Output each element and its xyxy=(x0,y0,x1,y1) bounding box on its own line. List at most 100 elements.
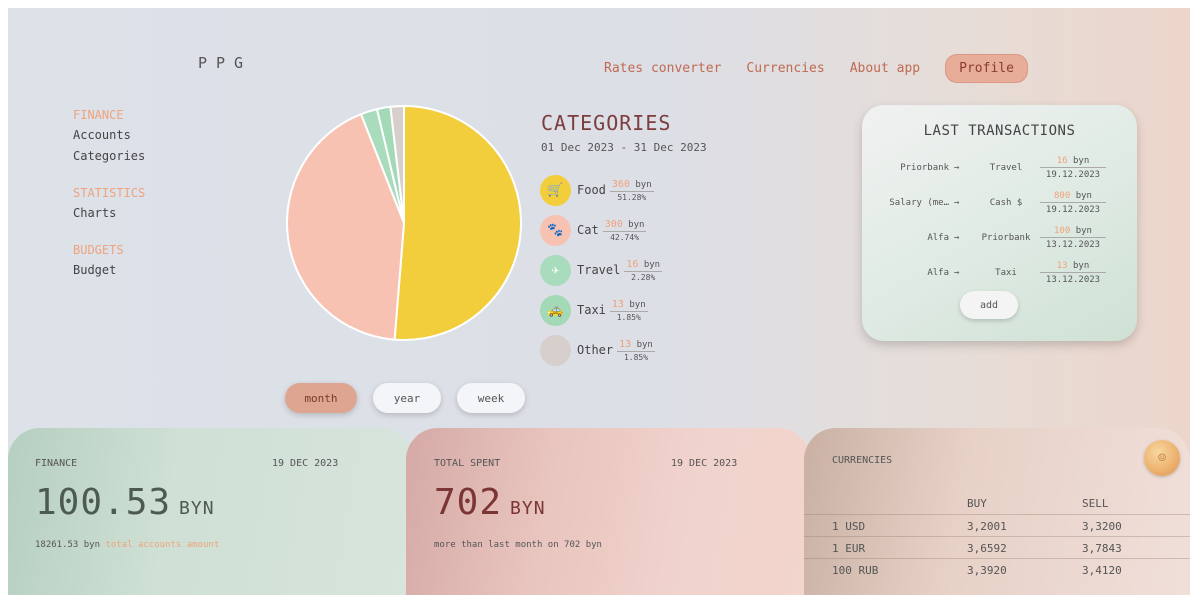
categories-legend: 🛒 Food 360 byn 51.28% 🐾 Cat 300 byn 42.74% ✈ Trav… xyxy=(540,170,663,370)
legend-percent: 1.85% xyxy=(623,352,649,362)
legend-label: Cat xyxy=(577,223,599,237)
currency-sell: 3,3200 xyxy=(1082,520,1122,533)
cat-icon: 🐾 xyxy=(540,214,571,246)
sidebar-section-budgets: BUDGETS xyxy=(73,243,124,257)
currencies-buy-header: BUY xyxy=(967,497,987,510)
legend-label: Travel xyxy=(577,263,621,277)
period-week-button[interactable]: week xyxy=(457,383,525,413)
arrow-right-icon: → xyxy=(954,268,960,278)
sidebar-section-finance: FINANCE xyxy=(73,108,124,122)
finance-date: 19 DEC 2023 xyxy=(272,458,339,469)
arrow-right-icon: → xyxy=(954,233,960,243)
transaction-to: Taxi xyxy=(995,268,1017,278)
sidebar-item-charts[interactable]: Charts xyxy=(73,206,145,220)
transaction-date: 13.12.2023 xyxy=(1045,275,1101,285)
currencies-sell-header: SELL xyxy=(1082,497,1109,510)
app-frame: PPG Rates converter Currencies About app… xyxy=(8,8,1190,595)
last-transactions-title: LAST TRANSACTIONS xyxy=(923,123,1076,139)
finance-label: FINANCE xyxy=(35,458,78,469)
total-spent-amount: 702 BYN xyxy=(434,482,546,523)
nav-about-app[interactable]: About app xyxy=(850,61,920,76)
transaction-row[interactable]: Salary (me… → Cash $ 800 byn 19.12.2023 xyxy=(862,191,1137,221)
total-spent-label: TOTAL SPENT xyxy=(434,458,501,469)
transaction-row[interactable]: Alfa → Taxi 13 byn 13.12.2023 xyxy=(862,261,1137,291)
currency-sell: 3,4120 xyxy=(1082,564,1122,577)
legend-amount: 13 byn xyxy=(609,298,648,312)
transaction-to: Travel xyxy=(989,163,1023,173)
legend-amount: 16 byn xyxy=(624,258,663,272)
sidebar-item-categories[interactable]: Categories xyxy=(73,149,145,163)
legend-item-other[interactable]: Other 13 byn 1.85% xyxy=(540,330,662,370)
transaction-date: 13.12.2023 xyxy=(1045,240,1101,250)
currency-name: 1 EUR xyxy=(832,542,866,555)
pie-slice-food[interactable] xyxy=(393,104,522,341)
profile-button[interactable]: Profile xyxy=(945,54,1028,83)
transaction-amount: 16 byn xyxy=(1040,156,1106,168)
currencies-label: CURRENCIES xyxy=(832,455,893,466)
app-logo[interactable]: PPG xyxy=(198,54,252,72)
currencies-panel: CURRENCIES ☺ BUY SELL 1 USD 3,2001 3,3200 1… xyxy=(804,428,1190,595)
categories-date-range: 01 Dec 2023 - 31 Dec 2023 xyxy=(541,141,707,154)
finance-amount: 100.53 BYN xyxy=(35,482,215,523)
categories-title: CATEGORIES xyxy=(541,111,672,135)
legend-label: Food xyxy=(577,183,606,197)
transaction-amount: 100 byn xyxy=(1040,226,1106,238)
coin-icon[interactable]: ☺ xyxy=(1144,440,1180,476)
legend-percent: 1.85% xyxy=(616,312,641,322)
total-spent-subtext: more than last month on 702 byn xyxy=(434,540,602,550)
legend-amount: 13 byn xyxy=(617,338,655,352)
legend-amount: 360 byn xyxy=(609,178,654,192)
finance-subtext: 18261.53 byn total accounts amount xyxy=(35,540,220,550)
sidebar-item-accounts[interactable]: Accounts xyxy=(73,128,145,142)
currency-row: 100 RUB 3,3920 3,4120 xyxy=(804,558,1190,580)
transaction-amount: 800 byn xyxy=(1040,191,1106,203)
transaction-from: Alfa xyxy=(927,268,949,278)
currency-name: 1 USD xyxy=(832,520,866,533)
legend-item-cat[interactable]: 🐾 Cat 300 byn 42.74% xyxy=(540,210,662,250)
sidebar-item-budget[interactable]: Budget xyxy=(73,263,145,277)
transaction-row[interactable]: Priorbank → Travel 16 byn 19.12.2023 xyxy=(862,156,1137,186)
legend-amount: 300 byn xyxy=(602,218,647,232)
nav-currencies[interactable]: Currencies xyxy=(746,61,824,76)
last-transactions-card: LAST TRANSACTIONS Priorbank → Travel 16 byn… xyxy=(862,105,1137,341)
transaction-to: Cash $ xyxy=(989,198,1023,208)
arrow-right-icon: → xyxy=(954,198,960,208)
categories-pie-chart xyxy=(285,104,523,342)
food-icon: 🛒 xyxy=(540,174,571,206)
add-transaction-button[interactable]: add xyxy=(960,291,1018,319)
period-month-button[interactable]: month xyxy=(285,383,357,413)
transaction-date: 19.12.2023 xyxy=(1045,205,1101,215)
legend-item-food[interactable]: 🛒 Food 360 byn 51.28% xyxy=(540,170,662,210)
period-year-button[interactable]: year xyxy=(373,383,441,413)
finance-panel: FINANCE 19 DEC 2023 100.53 BYN 18261.53 b… xyxy=(8,428,413,595)
nav-rates-converter[interactable]: Rates converter xyxy=(604,61,721,76)
legend-percent: 42.74% xyxy=(610,232,640,242)
currency-buy: 3,3920 xyxy=(967,564,1007,577)
total-spent-panel: TOTAL SPENT 19 DEC 2023 702 BYN more than… xyxy=(406,428,810,595)
legend-item-travel[interactable]: ✈ Travel 16 byn 2.28% xyxy=(540,250,663,290)
transaction-amount: 13 byn xyxy=(1040,261,1106,273)
transaction-from: Salary (me… xyxy=(889,198,949,208)
transaction-from: Alfa xyxy=(927,233,949,243)
transaction-row[interactable]: Alfa → Priorbank 100 byn 13.12.2023 xyxy=(862,226,1137,256)
legend-percent: 51.28% xyxy=(617,192,647,202)
sidebar: FINANCE Accounts Categories STATISTICS C… xyxy=(73,108,145,284)
other-icon xyxy=(540,334,571,366)
transaction-from: Priorbank xyxy=(900,163,949,173)
legend-percent: 2.28% xyxy=(631,272,656,282)
transaction-date: 19.12.2023 xyxy=(1045,170,1101,180)
travel-icon: ✈ xyxy=(540,254,571,286)
taxi-icon: 🚕 xyxy=(540,294,571,326)
currency-buy: 3,6592 xyxy=(967,542,1007,555)
period-selector: month year week xyxy=(285,383,525,413)
arrow-right-icon: → xyxy=(954,163,960,173)
total-spent-date: 19 DEC 2023 xyxy=(671,458,738,469)
sidebar-section-statistics: STATISTICS xyxy=(73,186,146,200)
currency-name: 100 RUB xyxy=(832,564,879,577)
currency-row: 1 USD 3,2001 3,3200 xyxy=(804,514,1190,536)
currency-buy: 3,2001 xyxy=(967,520,1007,533)
currency-row: 1 EUR 3,6592 3,7843 xyxy=(804,536,1190,558)
legend-label: Other xyxy=(577,343,614,357)
transaction-to: Priorbank xyxy=(981,233,1031,243)
legend-item-taxi[interactable]: 🚕 Taxi 13 byn 1.85% xyxy=(540,290,662,330)
